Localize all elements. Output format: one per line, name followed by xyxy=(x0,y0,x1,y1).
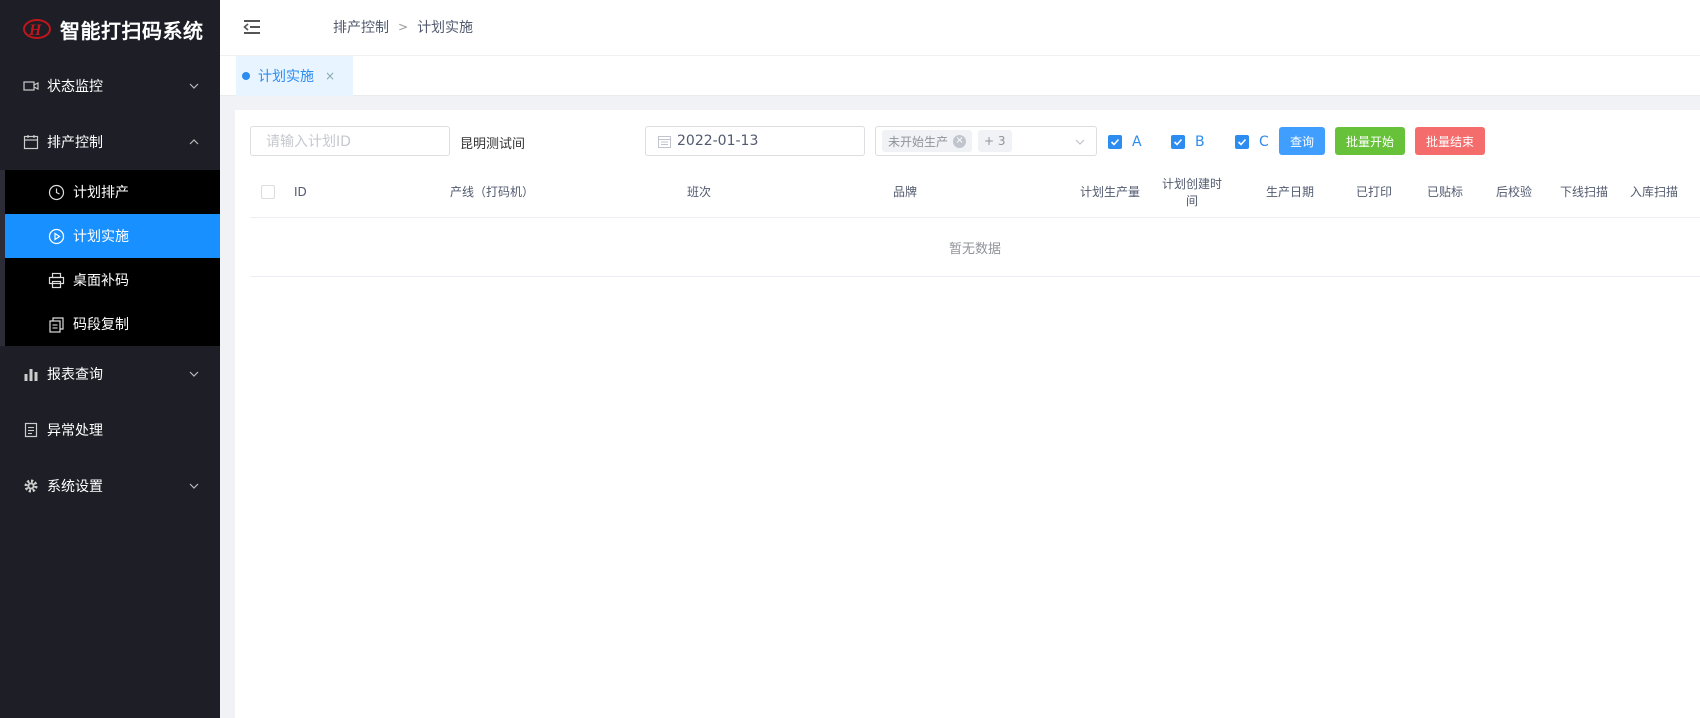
sidebar-item-label: 报表查询 xyxy=(47,367,103,383)
plan-id-placeholder: 请输入计划ID xyxy=(266,134,351,150)
checkbox-label: C xyxy=(1259,134,1269,150)
sidebar-item-code-segment-copy[interactable]: 码段复制 xyxy=(5,302,220,346)
breadcrumb-item-production-control[interactable]: 排产控制 xyxy=(333,17,389,37)
column-header-brand: 品牌 xyxy=(893,185,918,199)
production-control-submenu: 计划排产 计划实施 桌面补码 码段复制 xyxy=(0,170,220,346)
sidebar-item-label: 桌面补码 xyxy=(73,273,129,289)
table-header: ID 产线（打码机） 班次 品牌 计划生产量 计划创建时间 生产日期 已打印 已… xyxy=(250,167,1700,218)
column-header-created-time: 计划创建时间 xyxy=(1162,176,1223,208)
sidebar-item-label: 排产控制 xyxy=(47,135,103,151)
tab-bar: 计划实施 × xyxy=(220,56,1700,96)
chevron-down-icon xyxy=(189,483,199,489)
plan-table: ID 产线（打码机） 班次 品牌 计划生产量 计划创建时间 生产日期 已打印 已… xyxy=(250,167,1700,277)
checkmark-icon xyxy=(1108,135,1122,149)
clock-icon xyxy=(48,184,65,201)
column-header-printed: 已打印 xyxy=(1356,185,1393,199)
chevron-down-icon xyxy=(189,83,199,89)
filter-toolbar: 请输入计划ID 昆明测试间 2022-01-13 未开始生产 × + 3 A B… xyxy=(250,126,1700,156)
column-header-production-date: 生产日期 xyxy=(1266,185,1315,199)
sidebar-item-label: 系统设置 xyxy=(47,479,103,495)
more-tags-badge: + 3 xyxy=(978,130,1012,152)
tag-close-icon[interactable]: × xyxy=(953,134,967,148)
top-header: 排产控制 > 计划实施 xyxy=(220,0,1700,56)
status-tag-label: 未开始生产 xyxy=(888,134,949,149)
breadcrumb: 排产控制 > 计划实施 xyxy=(333,17,473,37)
column-header-line: 产线（打码机） xyxy=(450,185,535,199)
date-value: 2022-01-13 xyxy=(677,133,759,149)
checkbox-c[interactable]: C xyxy=(1235,134,1269,150)
column-header-post-check: 后校验 xyxy=(1496,185,1533,199)
status-multiselect[interactable]: 未开始生产 × + 3 xyxy=(875,126,1097,156)
status-tag: 未开始生产 × xyxy=(882,130,973,152)
batch-start-button[interactable]: 批量开始 xyxy=(1335,127,1405,155)
play-circle-icon xyxy=(48,228,65,245)
sidebar-item-exception-handling[interactable]: 异常处理 xyxy=(0,402,220,458)
svg-text:H: H xyxy=(28,22,42,39)
sidebar-item-label: 异常处理 xyxy=(47,423,103,439)
date-picker[interactable]: 2022-01-13 xyxy=(645,126,865,156)
column-header-planned-qty: 计划生产量 xyxy=(1080,185,1141,199)
document-icon xyxy=(23,422,39,438)
column-header-id: ID xyxy=(294,185,307,199)
sidebar: H 智能打扫码系统 状态监控 排产控制 计划排产 计划实施 桌面补码 码段复制 … xyxy=(0,0,220,718)
chevron-down-icon xyxy=(1075,139,1085,145)
sidebar-item-desktop-recode[interactable]: 桌面补码 xyxy=(5,258,220,302)
sidebar-item-label: 计划排产 xyxy=(73,185,129,201)
chevron-up-icon xyxy=(189,139,199,145)
close-icon[interactable]: × xyxy=(325,69,335,83)
sidebar-item-label: 码段复制 xyxy=(73,317,129,333)
column-header-warehouse-scan: 入库扫描 xyxy=(1630,185,1679,199)
tab-label: 计划实施 xyxy=(258,69,314,85)
empty-state: 暂无数据 xyxy=(250,218,1700,277)
logo: H 智能打扫码系统 xyxy=(0,0,220,58)
query-button[interactable]: 查询 xyxy=(1279,127,1325,155)
column-header-labeled: 已贴标 xyxy=(1427,185,1464,199)
video-camera-icon xyxy=(23,78,39,94)
sidebar-item-plan-implementation[interactable]: 计划实施 xyxy=(5,214,220,258)
sidebar-item-status-monitor[interactable]: 状态监控 xyxy=(0,58,220,114)
menu-fold-icon[interactable] xyxy=(242,17,262,37)
main-content: 请输入计划ID 昆明测试间 2022-01-13 未开始生产 × + 3 A B… xyxy=(235,110,1700,718)
plan-id-input[interactable]: 请输入计划ID xyxy=(250,126,450,156)
tab-plan-implementation[interactable]: 计划实施 × xyxy=(236,56,353,96)
checkbox-label: B xyxy=(1195,134,1205,150)
chevron-down-icon xyxy=(189,371,199,377)
active-dot-icon xyxy=(242,72,250,80)
sidebar-item-label: 状态监控 xyxy=(47,79,103,95)
breadcrumb-separator-icon: > xyxy=(398,20,409,34)
checkmark-icon xyxy=(1235,135,1249,149)
checkmark-icon xyxy=(1171,135,1185,149)
column-header-shift: 班次 xyxy=(687,185,712,199)
bar-chart-icon xyxy=(23,366,39,382)
logo-icon: H xyxy=(23,19,51,39)
calendar-icon xyxy=(23,134,39,150)
copy-icon xyxy=(48,316,65,333)
sidebar-item-report-query[interactable]: 报表查询 xyxy=(0,346,220,402)
column-header-offline-scan: 下线扫描 xyxy=(1560,185,1609,199)
gear-icon xyxy=(23,478,39,494)
breadcrumb-item-current: 计划实施 xyxy=(417,20,474,36)
sidebar-item-plan-scheduling[interactable]: 计划排产 xyxy=(5,170,220,214)
select-all-checkbox[interactable] xyxy=(261,185,275,199)
sidebar-item-label: 计划实施 xyxy=(73,229,129,245)
checkbox-b[interactable]: B xyxy=(1171,134,1205,150)
calendar-icon xyxy=(658,135,671,148)
printer-icon xyxy=(48,272,65,289)
checkbox-a[interactable]: A xyxy=(1108,134,1142,150)
checkbox-label: A xyxy=(1132,134,1142,150)
workshop-label: 昆明测试间 xyxy=(460,137,526,152)
sidebar-item-production-control[interactable]: 排产控制 xyxy=(0,114,220,170)
app-title: 智能打扫码系统 xyxy=(60,18,204,43)
batch-end-button[interactable]: 批量结束 xyxy=(1415,127,1485,155)
sidebar-item-system-settings[interactable]: 系统设置 xyxy=(0,458,220,514)
